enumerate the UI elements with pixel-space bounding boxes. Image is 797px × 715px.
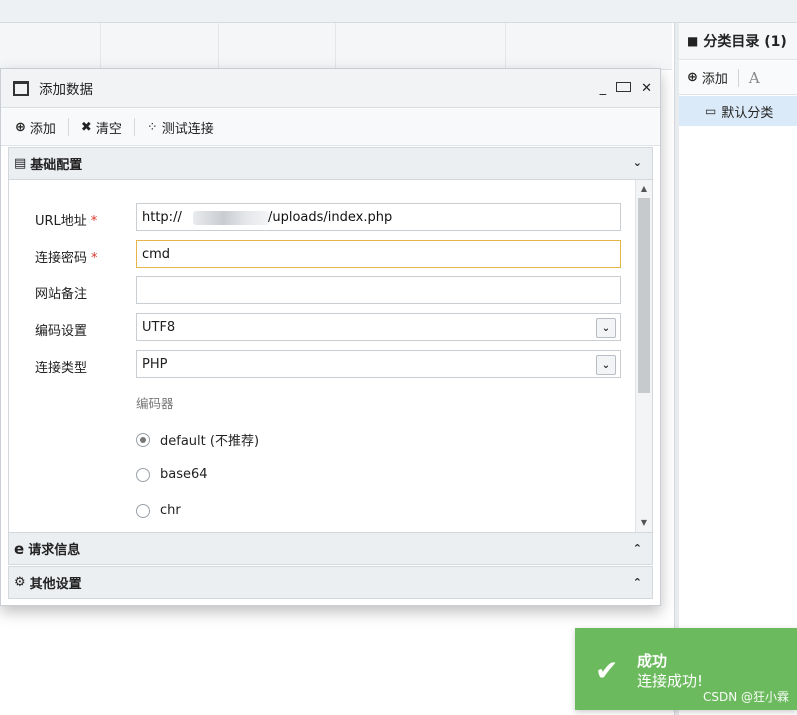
url-prefix: http:// [142,210,182,225]
section-request-info[interactable]: e 请求信息 ⌃ [8,532,653,565]
radio-icon[interactable] [136,467,150,482]
chevron-up-icon: ⌃ [632,542,642,555]
category-list-item[interactable]: ▭ 默认分类 [679,96,797,126]
chevron-down-icon: ⌄ [596,318,616,338]
category-panel-title: 分类目录 (1) [703,34,787,50]
type-label: 连接类型 [35,361,88,376]
folder-outline-icon: ▭ [705,104,717,118]
maximize-icon [616,82,632,92]
section-basic-config[interactable]: ▤ 基础配置 ⌄ [8,147,653,180]
chevron-up-icon: ⌃ [632,576,642,589]
category-panel-header: ■ 分类目录 (1) [679,23,797,60]
watermark: CSDN @狂小霖 [702,690,789,704]
encoder-option-chr[interactable]: chr [136,503,181,518]
form-scrollbar[interactable]: ▲ ▼ [635,180,652,532]
folder-icon: ■ [687,34,699,48]
category-panel: ■ 分类目录 (1) ⊕ 添加 A ▭ 默认分类 [679,23,797,715]
close-button[interactable]: ✕ [639,81,654,96]
grid-column-divider [505,23,506,69]
required-mark: * [91,251,98,266]
scroll-up-icon[interactable]: ▲ [636,182,652,196]
toolbar-separator [133,118,135,136]
url-label: URL地址 * [35,214,98,229]
category-add-label: 添加 [701,72,728,87]
clear-button-label: 清空 [95,121,122,137]
chevron-down-icon: ⌄ [632,156,642,169]
redacted-host [193,211,269,225]
radio-icon[interactable] [136,503,150,518]
password-field[interactable] [136,240,621,268]
radio-checked-icon[interactable] [136,432,150,447]
grid-column-divider [335,23,336,69]
window-icon [13,80,29,96]
category-toolbar: ⊕ 添加 A [679,61,797,95]
encoding-select[interactable]: UTF8 ⌄ [136,313,621,341]
x-icon: ✖ [80,119,92,135]
dialog-titlebar[interactable]: 添加数据 _ ✕ [1,69,660,108]
scroll-down-icon[interactable]: ▼ [636,516,652,530]
grid-column-divider [100,23,101,69]
encoding-label: 编码设置 [35,324,88,339]
category-list-item-label: 默认分类 [721,105,774,121]
plus-circle-icon: ⊕ [687,70,698,85]
section-request-info-title: 请求信息 [28,543,81,558]
grid-column-divider [218,23,219,69]
minimize-button[interactable]: _ [598,81,609,96]
spinner-icon: ⁘ [146,119,158,135]
clear-button[interactable]: ✖ 清空 [81,118,122,137]
password-row: 连接密码 * [9,240,629,270]
section-other-settings[interactable]: ⚙ 其他设置 ⌃ [8,566,653,599]
encoder-option-label: default (不推荐) [160,434,260,449]
test-connection-button[interactable]: ⁘ 测试连接 [147,118,214,137]
grid-header [0,23,672,70]
password-label: 连接密码 * [35,251,98,266]
gears-icon: ⚙ [14,575,26,590]
toolbar-separator [737,68,739,87]
toast-title: 成功 [637,652,668,670]
add-button-label: 添加 [29,121,56,137]
note-row: 网站备注 [9,276,629,306]
encoding-select-value: UTF8 [142,320,176,335]
basic-config-form: URL地址* http:// /uploads/index.php 连接密码* 网… [8,180,653,532]
url-field[interactable]: http:// /uploads/index.php [136,203,621,231]
encoder-label: 编码器 [136,396,174,411]
required-mark: * [90,214,98,229]
check-icon: ✔ [595,654,619,687]
test-connection-label: 测试连接 [161,121,214,137]
document-icon: ▤ [14,156,27,171]
url-row: URL地址 * http:// /uploads/index.php [9,203,629,233]
type-select[interactable]: PHP ⌄ [136,350,621,378]
type-select-value: PHP [142,357,168,372]
encoding-row: 编码设置 UTF8 ⌄ [9,313,629,343]
dialog-title: 添加数据 [39,82,93,98]
chevron-down-icon: ⌄ [596,355,616,375]
window-controls: _ ✕ [598,69,654,108]
plus-circle-icon: ⊕ [15,119,26,135]
scroll-thumb[interactable] [638,198,650,393]
toast-message: 连接成功! [637,672,704,690]
encoder-option-label: chr [160,503,181,518]
category-add-button[interactable]: ⊕ 添加 [687,68,728,87]
encoder-option-default[interactable]: default (不推荐) [136,430,259,449]
url-suffix: /uploads/index.php [268,210,393,225]
toolbar-separator [67,118,69,136]
maximize-button[interactable] [614,81,633,96]
category-rename-button[interactable]: A [749,69,760,87]
top-bar [0,0,797,23]
add-data-dialog: 添加数据 _ ✕ ⊕ 添加 ✖ 清空 ⁘ 测试连接 ▤ 基础配置 ⌄ URL地址… [0,68,661,606]
encoder-option-label: base64 [160,467,208,482]
section-other-settings-title: 其他设置 [29,577,82,592]
section-basic-config-title: 基础配置 [30,158,83,173]
success-toast[interactable]: ✔ 成功 连接成功! CSDN @狂小霖 [575,628,797,710]
note-field[interactable] [136,276,621,304]
encoder-option-base64[interactable]: base64 [136,467,208,482]
add-button[interactable]: ⊕ 添加 [15,118,56,137]
dialog-toolbar: ⊕ 添加 ✖ 清空 ⁘ 测试连接 [1,109,660,146]
type-row: 连接类型 PHP ⌄ [9,350,629,380]
note-label: 网站备注 [35,287,88,302]
internet-explorer-icon: e [14,539,25,558]
